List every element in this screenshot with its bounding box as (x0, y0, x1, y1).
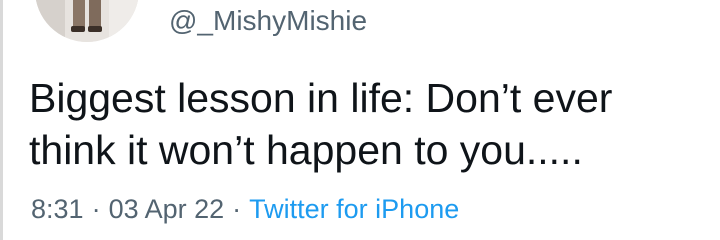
tweet-source-link[interactable]: Twitter for iPhone (249, 194, 459, 224)
tweet-time[interactable]: 8:31 (31, 194, 84, 224)
meta-separator: · (91, 194, 101, 224)
tweet-card: @_MishyMishie Biggest lesson in life: Do… (0, 0, 720, 240)
avatar-photo-icon (35, 0, 139, 42)
avatar[interactable] (35, 0, 139, 42)
meta-separator: · (232, 194, 242, 224)
tweet-date[interactable]: 03 Apr 22 (109, 194, 225, 224)
tweet-meta: 8:31 · 03 Apr 22 · Twitter for iPhone (31, 192, 459, 226)
tweet-text-line: Biggest lesson in life: Don’t ever (29, 75, 613, 121)
tweet-text: Biggest lesson in life: Don’t ever think… (29, 72, 709, 176)
user-handle[interactable]: @_MishyMishie (169, 4, 367, 38)
tweet-text-line: think it won’t happen to you..... (29, 127, 583, 173)
